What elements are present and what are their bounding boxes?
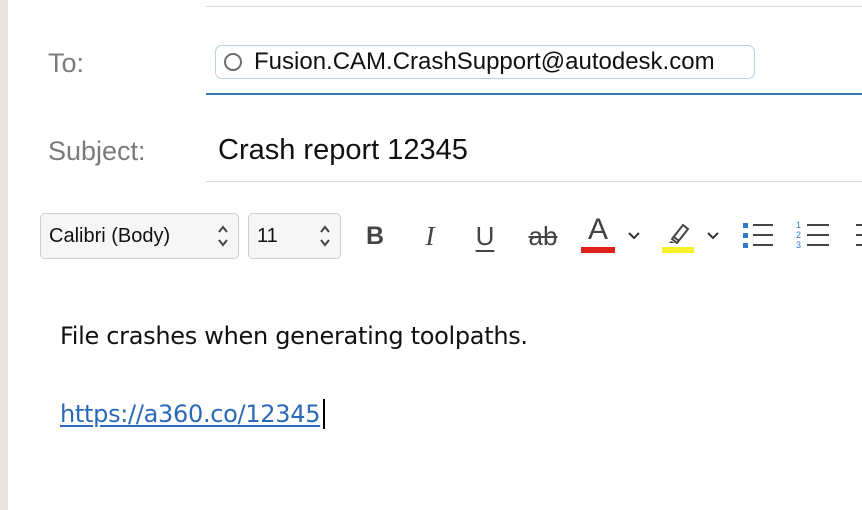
to-field-underline bbox=[206, 93, 862, 95]
font-family-select[interactable]: Calibri (Body) bbox=[40, 213, 239, 259]
more-list-options-button[interactable] bbox=[852, 213, 862, 259]
recipient-address: Fusion.CAM.CrashSupport@autodesk.com bbox=[254, 48, 715, 75]
svg-text:1: 1 bbox=[796, 220, 801, 230]
underline-button[interactable]: U bbox=[470, 213, 500, 259]
subject-input[interactable]: Crash report 12345 bbox=[218, 134, 468, 167]
chevron-down-icon bbox=[707, 232, 719, 240]
recipient-chip[interactable]: Fusion.CAM.CrashSupport@autodesk.com bbox=[215, 45, 755, 79]
highlight-dropdown[interactable] bbox=[704, 213, 722, 259]
strikethrough-icon: ab bbox=[528, 220, 558, 251]
bullets-button[interactable] bbox=[740, 213, 776, 259]
font-color-dropdown[interactable] bbox=[625, 213, 643, 259]
font-color-button[interactable]: A bbox=[578, 213, 618, 259]
header-divider bbox=[206, 6, 862, 7]
bullets-icon bbox=[743, 223, 773, 248]
bold-icon: B bbox=[365, 221, 385, 250]
italic-icon: I bbox=[425, 220, 435, 251]
svg-text:3: 3 bbox=[796, 240, 801, 250]
svg-text:2: 2 bbox=[796, 230, 801, 240]
highlight-button[interactable] bbox=[660, 213, 696, 259]
font-size-value: 11 bbox=[257, 224, 278, 247]
to-label: To: bbox=[48, 48, 85, 78]
subject-label: Subject: bbox=[48, 136, 146, 166]
font-size-select[interactable]: 11 bbox=[248, 213, 341, 259]
highlight-swatch bbox=[662, 247, 694, 253]
highlight-icon bbox=[669, 223, 690, 245]
strikethrough-button[interactable]: ab bbox=[523, 213, 563, 259]
numbering-icon: 1 2 3 bbox=[796, 220, 829, 250]
font-color-icon: A bbox=[587, 213, 608, 246]
text-cursor bbox=[323, 399, 325, 429]
message-body-line[interactable]: File crashes when generating toolpaths. bbox=[60, 322, 528, 350]
stepper-icon bbox=[320, 225, 330, 247]
italic-button[interactable]: I bbox=[415, 213, 445, 259]
numbering-button[interactable]: 1 2 3 bbox=[795, 213, 831, 259]
left-pane-edge bbox=[0, 0, 8, 510]
stepper-icon bbox=[218, 225, 228, 247]
font-color-swatch bbox=[581, 247, 615, 253]
list-icon bbox=[856, 224, 862, 246]
message-body-link[interactable]: https://a360.co/12345 bbox=[60, 400, 320, 428]
subject-field-underline bbox=[206, 181, 862, 182]
font-family-value: Calibri (Body) bbox=[49, 224, 171, 247]
recipient-status-icon bbox=[224, 53, 242, 71]
chevron-down-icon bbox=[628, 232, 640, 240]
underline-icon: U bbox=[475, 220, 495, 251]
bold-button[interactable]: B bbox=[360, 213, 390, 259]
